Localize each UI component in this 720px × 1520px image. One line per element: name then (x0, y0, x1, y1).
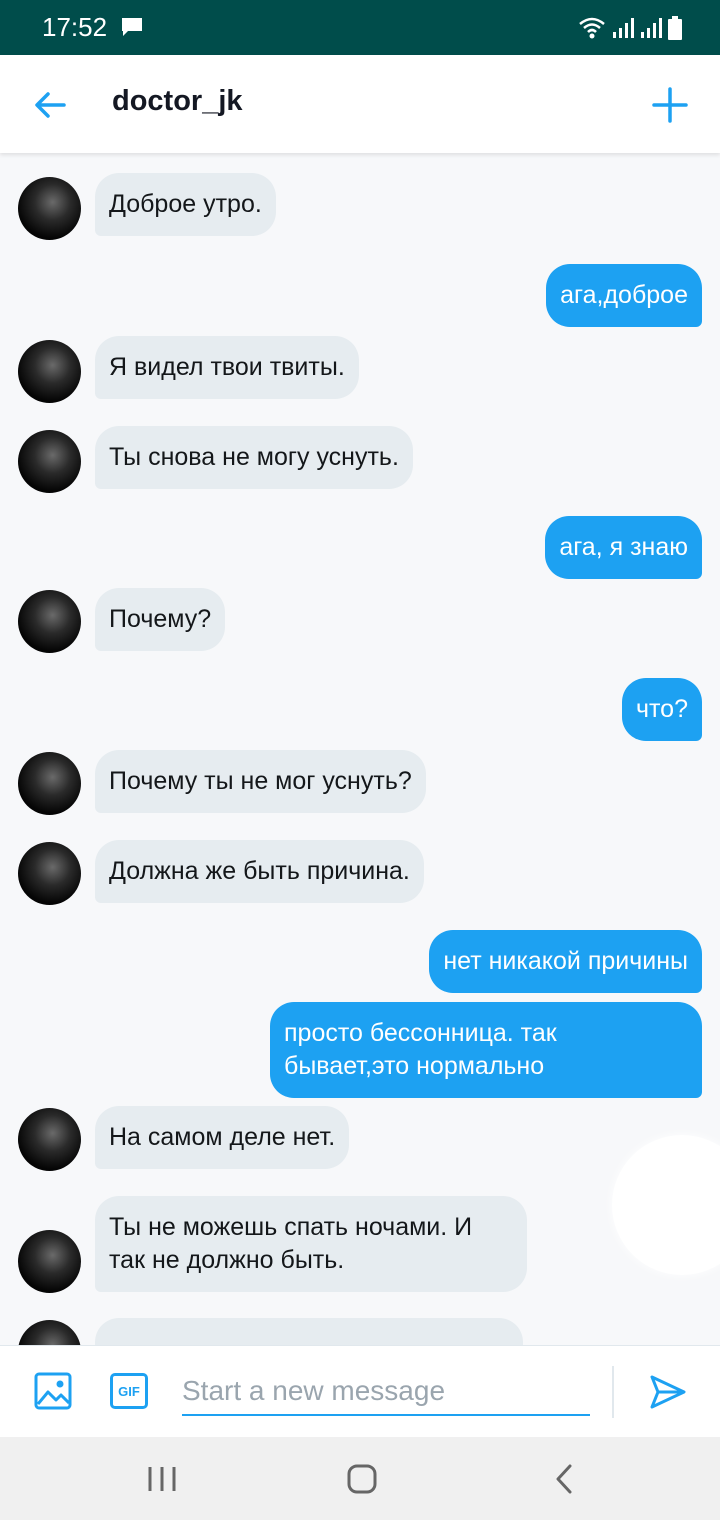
image-icon[interactable] (34, 1372, 72, 1410)
home-icon[interactable] (344, 1463, 380, 1495)
signal-icon (613, 18, 634, 38)
incoming-message[interactable]: Почему? (95, 588, 226, 651)
message-composer: GIF (0, 1345, 720, 1437)
status-time: 17:52 (42, 12, 108, 42)
avatar[interactable] (18, 1320, 81, 1345)
battery-icon (668, 16, 682, 40)
incoming-message[interactable]: Ты снова не могу уснуть. (95, 426, 413, 489)
outgoing-message[interactable]: ага,доброе (546, 264, 702, 327)
avatar[interactable] (18, 590, 81, 653)
incoming-message[interactable]: Я видел твои твиты. (95, 336, 359, 399)
outgoing-message[interactable]: что? (621, 678, 702, 741)
incoming-message[interactable]: Ты не можешь спать ночами. И так не долж… (95, 1196, 527, 1292)
message-notification-icon (122, 18, 142, 36)
avatar[interactable] (18, 177, 81, 240)
wifi-icon (579, 17, 605, 39)
system-navigation-bar (0, 1437, 720, 1520)
outgoing-message[interactable]: просто бессонница. так бывает,это нормал… (270, 1002, 702, 1098)
incoming-message[interactable]: Доброе утро. (95, 173, 276, 236)
recent-apps-icon[interactable] (144, 1463, 180, 1495)
avatar[interactable] (18, 430, 81, 493)
message-list[interactable]: Доброе утро. ага,доброе Я видел твои тви… (0, 153, 720, 1345)
send-icon[interactable] (648, 1372, 688, 1412)
signal-icon-2 (641, 18, 662, 38)
incoming-message[interactable]: На самом деле нет. (95, 1106, 350, 1169)
message-input[interactable] (182, 1368, 590, 1416)
incoming-message[interactable] (95, 1318, 523, 1345)
avatar[interactable] (18, 842, 81, 905)
back-arrow-icon[interactable] (30, 85, 70, 125)
divider (612, 1366, 614, 1418)
outgoing-message[interactable]: ага, я знаю (545, 516, 702, 579)
avatar[interactable] (18, 340, 81, 403)
avatar[interactable] (18, 1230, 81, 1293)
status-bar: 17:52 (0, 0, 720, 55)
gif-button[interactable]: GIF (110, 1373, 148, 1409)
conversation-header: doctor_jk (0, 55, 720, 153)
incoming-message[interactable]: Почему ты не мог уснуть? (95, 750, 426, 813)
page-title: doctor_jk (112, 85, 243, 117)
back-nav-icon[interactable] (546, 1463, 582, 1495)
avatar[interactable] (18, 752, 81, 815)
outgoing-message[interactable]: нет никакой причины (429, 930, 702, 993)
add-icon[interactable] (650, 85, 690, 125)
incoming-message[interactable]: Должна же быть причина. (95, 840, 424, 903)
status-icons (578, 14, 682, 40)
avatar[interactable] (18, 1108, 81, 1171)
